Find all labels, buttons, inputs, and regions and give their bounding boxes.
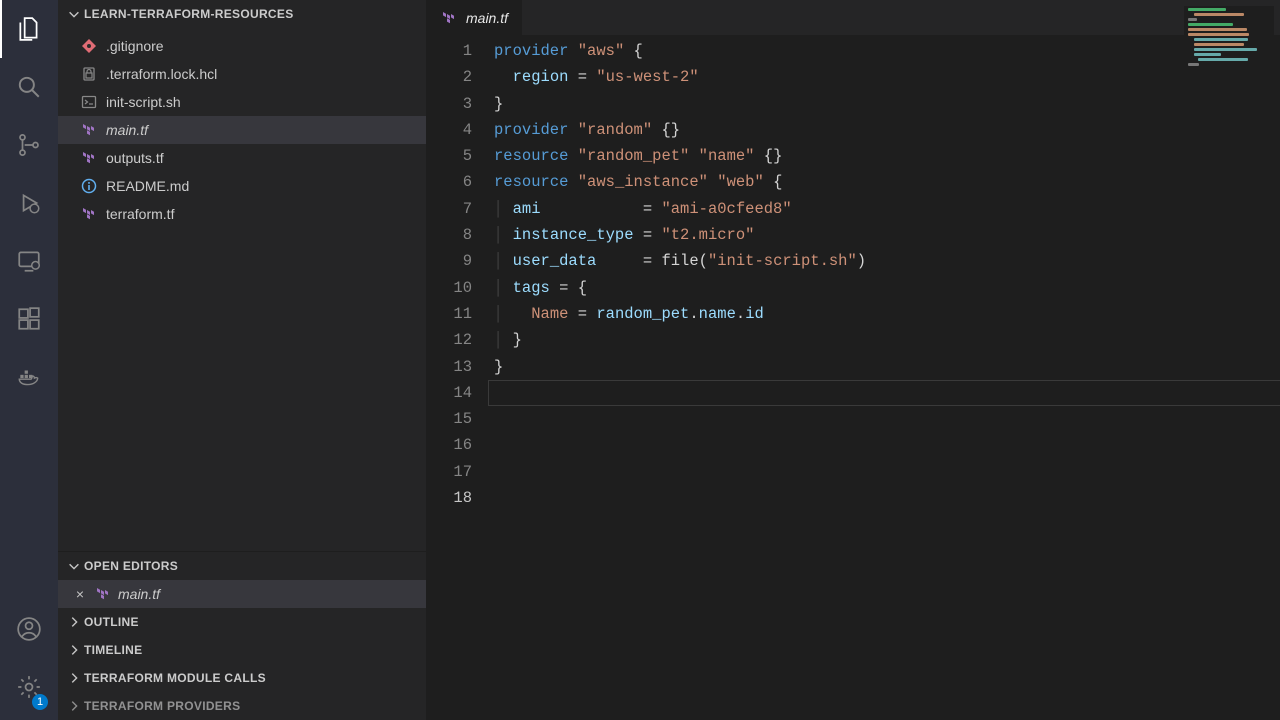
panel-title: TERRAFORM MODULE CALLS (84, 671, 266, 685)
code-content[interactable]: provider "aws" { region = "us-west-2"}pr… (494, 35, 866, 720)
readme-icon (80, 177, 98, 195)
file-label: main.tf (106, 122, 148, 138)
file-label: outputs.tf (106, 150, 164, 166)
panel-open-editors[interactable]: OPEN EDITORS (58, 552, 426, 580)
file-item[interactable]: main.tf (58, 116, 426, 144)
lock-icon (80, 65, 98, 83)
activity-remote[interactable] (0, 232, 58, 290)
tab-label: main.tf (466, 10, 508, 26)
activity-source-control[interactable] (0, 116, 58, 174)
bottom-panels: OPEN EDITORS × main.tf OUTLINE TIMELINE … (58, 551, 426, 720)
activity-settings[interactable]: 1 (0, 658, 58, 716)
settings-badge: 1 (32, 694, 48, 710)
activity-search[interactable] (0, 58, 58, 116)
tf-icon (80, 121, 98, 139)
file-item[interactable]: outputs.tf (58, 144, 426, 172)
debug-icon (16, 190, 42, 216)
project-name: LEARN-TERRAFORM-RESOURCES (84, 7, 294, 21)
tab-bar: main.tf (426, 0, 1280, 35)
editor-body[interactable]: 123456789101112131415161718 provider "aw… (426, 35, 1280, 720)
close-icon[interactable]: × (72, 586, 88, 602)
file-item[interactable]: .terraform.lock.hcl (58, 60, 426, 88)
minimap[interactable] (1184, 6, 1274, 116)
docker-icon (16, 364, 42, 390)
line-gutter: 123456789101112131415161718 (426, 35, 494, 720)
tf-icon (80, 205, 98, 223)
open-editor-label: main.tf (118, 586, 160, 602)
activity-extensions[interactable] (0, 290, 58, 348)
file-label: init-script.sh (106, 94, 181, 110)
panel-title: OUTLINE (84, 615, 139, 629)
search-icon (16, 74, 42, 100)
activity-explorer[interactable] (0, 0, 58, 58)
panel-tf-modules[interactable]: TERRAFORM MODULE CALLS (58, 664, 426, 692)
activity-accounts[interactable] (0, 600, 58, 658)
panel-tf-providers[interactable]: TERRAFORM PROVIDERS (58, 692, 426, 720)
file-item[interactable]: README.md (58, 172, 426, 200)
chevron-down-icon (64, 7, 84, 21)
remote-icon (16, 248, 42, 274)
chevron-right-icon (64, 671, 84, 685)
tf-icon (80, 149, 98, 167)
file-item[interactable]: .gitignore (58, 32, 426, 60)
shell-icon (80, 93, 98, 111)
tab-main-tf[interactable]: main.tf (426, 0, 523, 35)
activity-run-debug[interactable] (0, 174, 58, 232)
activity-bar: 1 (0, 0, 58, 720)
terraform-icon (440, 9, 458, 27)
panel-title: TIMELINE (84, 643, 142, 657)
extensions-icon (16, 306, 42, 332)
source-control-icon (16, 132, 42, 158)
activity-docker[interactable] (0, 348, 58, 406)
panel-title: TERRAFORM PROVIDERS (84, 699, 240, 713)
file-tree: .gitignore .terraform.lock.hcl init-script… (58, 28, 426, 228)
gitignore-icon (80, 37, 98, 55)
open-editor-item[interactable]: × main.tf (58, 580, 426, 608)
file-label: .terraform.lock.hcl (106, 66, 217, 82)
editor-area: main.tf 123456789101112131415161718 prov… (426, 0, 1280, 720)
files-icon (16, 16, 42, 42)
file-label: terraform.tf (106, 206, 174, 222)
chevron-right-icon (64, 643, 84, 657)
file-item[interactable]: init-script.sh (58, 88, 426, 116)
chevron-right-icon (64, 615, 84, 629)
sidebar: LEARN-TERRAFORM-RESOURCES .gitignore .ter… (58, 0, 426, 720)
account-icon (16, 616, 42, 642)
chevron-down-icon (64, 559, 84, 573)
terraform-icon (94, 585, 112, 603)
panel-title: OPEN EDITORS (84, 559, 178, 573)
file-label: .gitignore (106, 38, 164, 54)
panel-timeline[interactable]: TIMELINE (58, 636, 426, 664)
panel-outline[interactable]: OUTLINE (58, 608, 426, 636)
file-label: README.md (106, 178, 189, 194)
file-item[interactable]: terraform.tf (58, 200, 426, 228)
chevron-right-icon (64, 699, 84, 713)
project-header[interactable]: LEARN-TERRAFORM-RESOURCES (58, 0, 426, 28)
